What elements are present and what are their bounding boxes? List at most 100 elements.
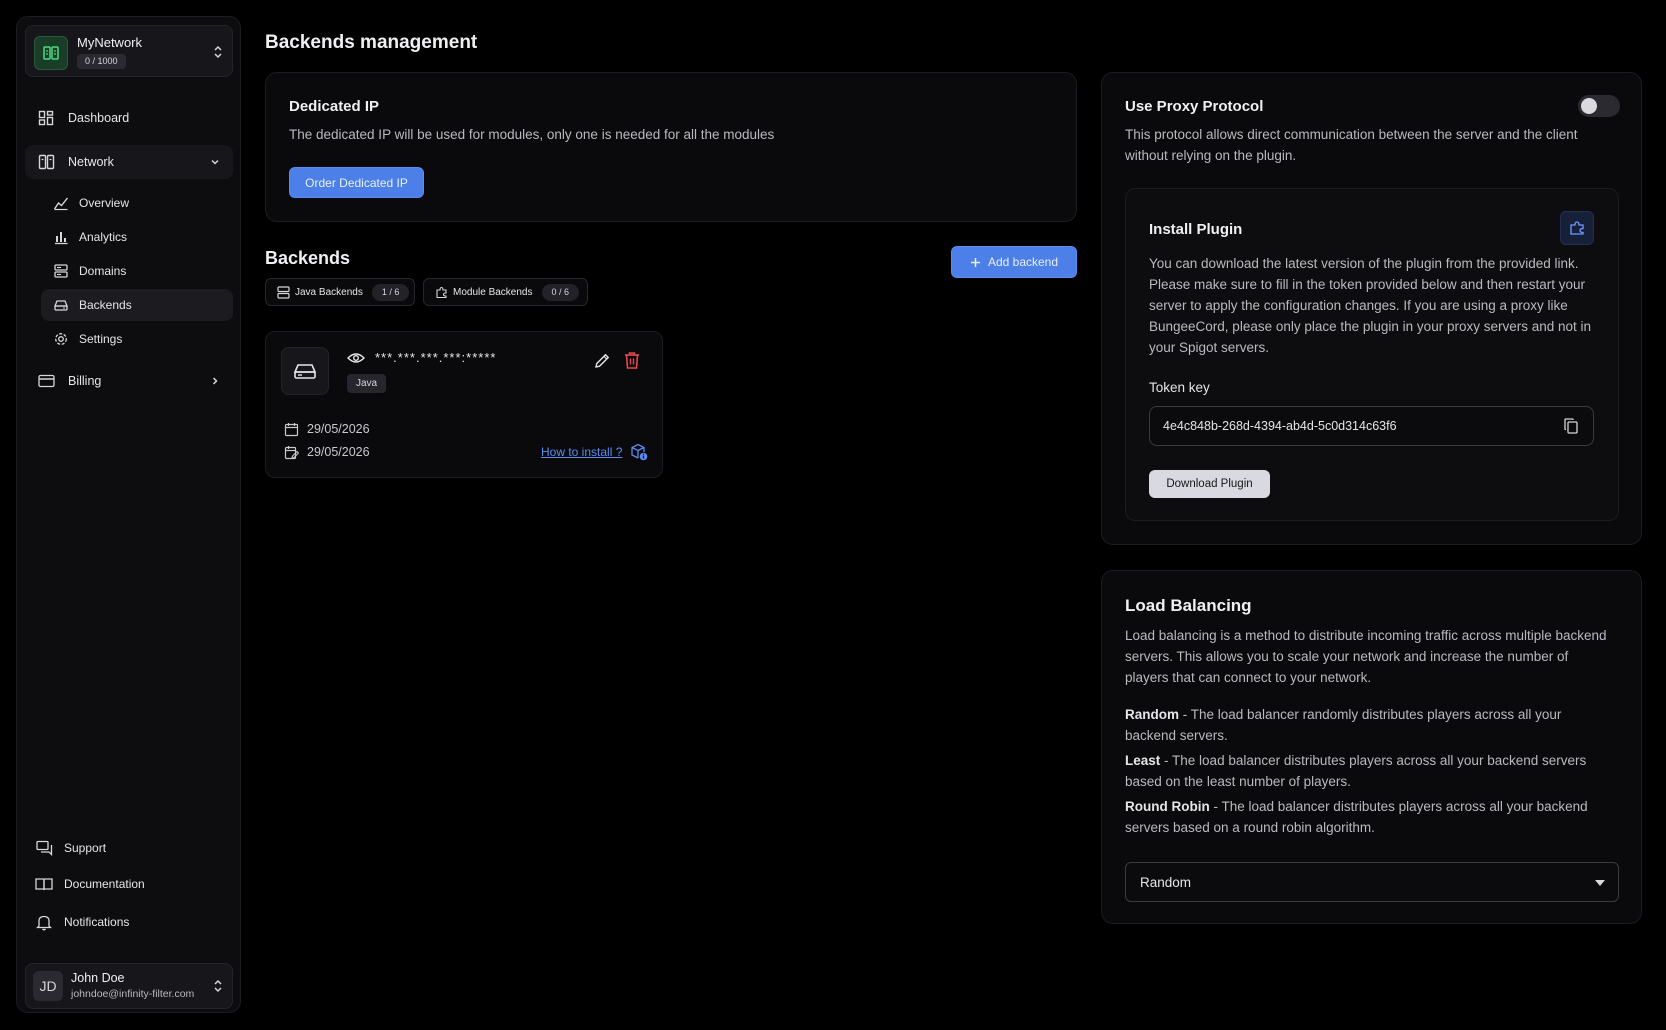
nav-domains-label: Domains — [79, 264, 127, 278]
nav-backends[interactable]: Backends — [41, 289, 233, 321]
proxy-protocol-text: This protocol allows direct communicatio… — [1125, 127, 1578, 163]
avatar: JD — [33, 971, 63, 1001]
dedicated-ip-text: The dedicated IP will be used for module… — [289, 127, 775, 142]
network-icon — [37, 153, 55, 171]
bar-chart-icon — [53, 229, 69, 245]
install-plugin-card: Install Plugin You can download the late… — [1125, 188, 1619, 521]
add-backend-label: Add backend — [987, 255, 1059, 269]
lb-mode-desc: - The load balancer randomly distributes… — [1125, 707, 1562, 743]
backend-type-tag: Java — [347, 374, 387, 393]
download-plugin-button[interactable]: Download Plugin — [1149, 470, 1270, 498]
nav-network-label: Network — [68, 155, 114, 169]
lb-mode-random: Random - The load balancer randomly dist… — [1125, 704, 1615, 746]
load-balancing-intro: Load balancing is a method to distribute… — [1125, 628, 1607, 685]
install-plugin-text: You can download the latest version of t… — [1149, 256, 1592, 355]
proxy-protocol-title: Use Proxy Protocol — [1125, 98, 1264, 115]
nav-documentation-label: Documentation — [64, 877, 145, 891]
backends-title: Backends — [265, 248, 351, 268]
nav-dashboard-label: Dashboard — [68, 111, 130, 125]
package-info-icon[interactable] — [630, 443, 648, 461]
chat-icon — [35, 839, 53, 857]
dedicated-ip-title: Dedicated IP — [289, 98, 380, 115]
book-icon — [35, 875, 53, 893]
bell-icon — [35, 913, 53, 931]
nav-overview-label: Overview — [79, 196, 130, 210]
puzzle-icon[interactable] — [1560, 211, 1594, 245]
network-name: MyNetwork — [77, 35, 143, 50]
nav-billing[interactable]: Billing — [25, 364, 233, 398]
proxy-protocol-toggle[interactable] — [1578, 95, 1620, 117]
add-backend-button[interactable]: Add backend — [951, 246, 1077, 278]
server-icon — [276, 285, 290, 299]
plus-icon — [970, 257, 981, 268]
page-title: Backends management — [265, 32, 478, 53]
gear-icon — [53, 331, 69, 347]
network-count-badge: 0 / 1000 — [77, 54, 126, 69]
nav-dashboard[interactable]: Dashboard — [25, 101, 233, 135]
nav-billing-label: Billing — [68, 374, 102, 388]
module-backends-count: 0 / 6 — [541, 283, 580, 301]
nav-support[interactable]: Support — [35, 835, 106, 861]
eye-icon[interactable] — [347, 352, 365, 364]
nav-analytics-label: Analytics — [79, 230, 128, 244]
lb-mode-desc: - The load balancer distributes players … — [1125, 753, 1587, 789]
nav-notifications-label: Notifications — [64, 915, 130, 929]
install-plugin-title: Install Plugin — [1149, 221, 1243, 238]
user-menu[interactable]: JD John Doe johndoe@infinity-filter.com — [25, 963, 233, 1009]
dedicated-ip-card: Dedicated IP The dedicated IP will be us… — [265, 72, 1077, 222]
order-dedicated-ip-button[interactable]: Order Dedicated IP — [289, 167, 424, 198]
server-icon — [53, 263, 69, 279]
token-key-field[interactable] — [1149, 406, 1594, 446]
calendar-edit-icon — [283, 444, 299, 460]
user-name: John Doe — [71, 971, 125, 985]
load-balancing-title: Load Balancing — [1125, 596, 1252, 615]
tab-module-backends[interactable]: Module Backends 0 / 6 — [423, 278, 588, 306]
updated-date: 29/05/2026 — [307, 445, 370, 459]
nav-domains[interactable]: Domains — [41, 255, 233, 287]
nav-support-label: Support — [64, 841, 107, 855]
network-switcher[interactable]: MyNetwork 0 / 1000 — [25, 25, 233, 77]
lb-mode-name: Least — [1125, 753, 1161, 768]
caret-down-icon — [1595, 880, 1605, 886]
chevron-up-down-icon — [212, 977, 224, 1000]
backend-address: ***.***.***.***:***** — [375, 350, 497, 365]
created-date-row: 29/05/2026 — [283, 421, 370, 437]
nav-documentation[interactable]: Documentation — [35, 871, 145, 897]
trash-icon[interactable] — [623, 351, 641, 370]
how-to-install-link[interactable]: How to install ? — [541, 445, 622, 459]
puzzle-icon — [434, 285, 448, 299]
created-date: 29/05/2026 — [307, 422, 370, 436]
lb-mode-name: Random — [1125, 707, 1179, 722]
nav-notifications[interactable]: Notifications — [35, 909, 129, 935]
nav-backends-label: Backends — [79, 298, 132, 312]
nav-overview[interactable]: Overview — [41, 187, 233, 219]
nav-analytics[interactable]: Analytics — [41, 221, 233, 253]
network-logo-icon — [34, 36, 68, 70]
sidebar: MyNetwork 0 / 1000 Dashboard Network Ove… — [16, 16, 241, 1013]
backend-card: ***.***.***.***:***** Java 29/05/2026 29… — [265, 331, 663, 478]
java-backends-count: 1 / 6 — [371, 283, 410, 301]
nav-network[interactable]: Network — [25, 145, 233, 179]
credit-card-icon — [37, 372, 55, 390]
chevron-up-down-icon — [212, 43, 224, 66]
chevron-right-icon — [209, 375, 221, 390]
nav-settings[interactable]: Settings — [41, 323, 233, 355]
load-balancing-select[interactable]: Random — [1125, 862, 1619, 902]
calendar-icon — [283, 421, 299, 437]
hard-drive-icon — [281, 347, 329, 395]
chart-line-icon — [53, 195, 69, 211]
lb-mode-round-robin: Round Robin - The load balancer distribu… — [1125, 796, 1615, 838]
edit-icon[interactable] — [593, 352, 611, 370]
lb-mode-name: Round Robin — [1125, 799, 1210, 814]
copy-icon[interactable] — [1563, 417, 1579, 440]
updated-date-row: 29/05/2026 — [283, 444, 370, 460]
load-balancing-selected: Random — [1140, 874, 1192, 890]
tab-java-backends-label: Java Backends — [295, 286, 363, 298]
tab-java-backends[interactable]: Java Backends 1 / 6 — [265, 278, 415, 306]
user-email: johndoe@infinity-filter.com — [71, 988, 195, 1000]
hard-drive-icon — [53, 297, 69, 313]
lb-mode-least: Least - The load balancer distributes pl… — [1125, 750, 1615, 792]
tab-module-backends-label: Module Backends — [453, 286, 533, 298]
dashboard-icon — [37, 109, 55, 127]
chevron-down-icon — [209, 156, 221, 171]
